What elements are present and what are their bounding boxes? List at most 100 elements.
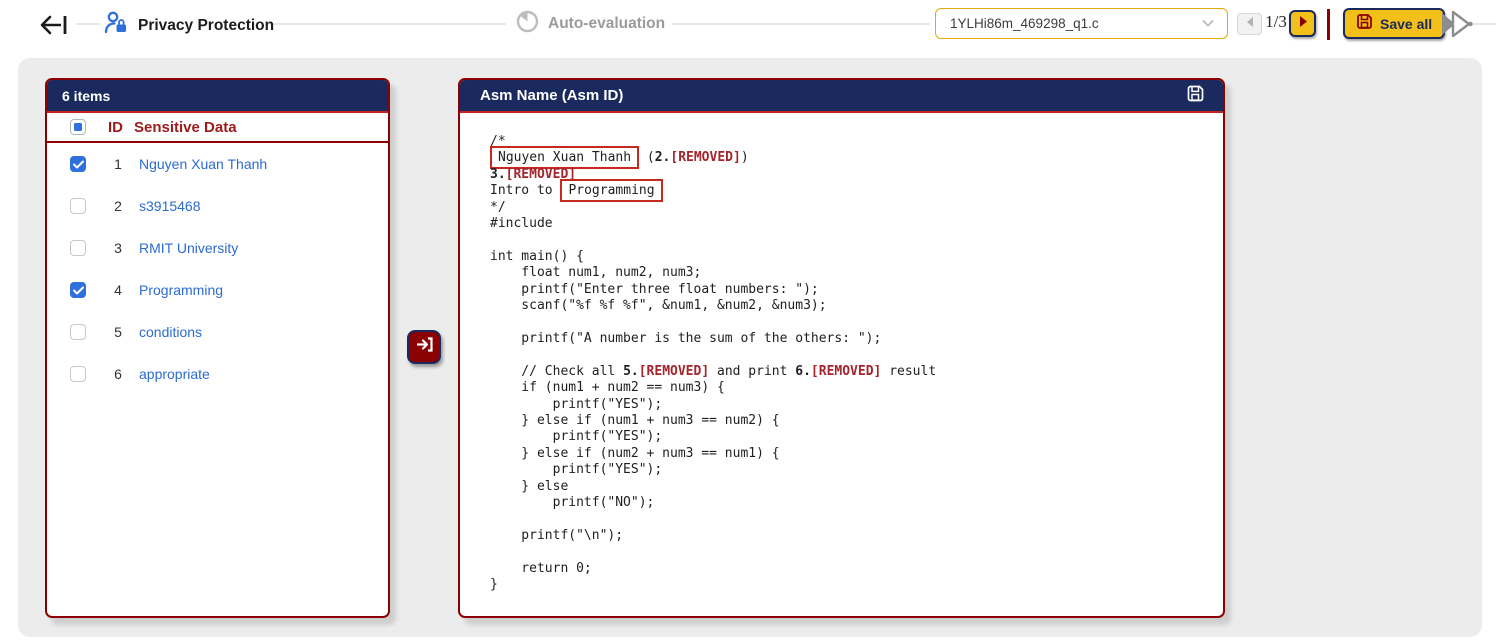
code-line: return 0;: [490, 561, 1213, 577]
code-text: printf("\n");: [490, 527, 624, 543]
code-line: if (num1 + num2 == num3) {: [490, 380, 1213, 396]
code-line: */: [490, 200, 1213, 216]
table-row: 3 RMIT University: [47, 227, 388, 269]
code-line: printf("\n");: [490, 528, 1213, 544]
code-line: #include: [490, 216, 1213, 232]
step-connector: [76, 23, 100, 25]
code-line: float num1, num2, num3;: [490, 265, 1213, 281]
apply-removal-button[interactable]: [407, 330, 441, 364]
step-label: Auto-evaluation: [548, 15, 666, 32]
code-line: Nguyen Xuan Thanh (2.[REMOVED]): [490, 146, 1213, 170]
removed-marker: [REMOVED]: [670, 150, 741, 166]
table-row: 4 Programming: [47, 269, 388, 311]
fast-forward-icon: [1440, 10, 1476, 43]
row-sensitive-text[interactable]: Programming: [139, 282, 223, 298]
back-button[interactable]: [38, 12, 72, 38]
step-connector: [672, 23, 930, 25]
row-checkbox[interactable]: [70, 366, 86, 382]
save-all-button[interactable]: Save all: [1343, 8, 1446, 39]
row-id: 1: [114, 156, 122, 172]
code-line: scanf("%f %f %f", &num1, &num2, &num3);: [490, 298, 1213, 314]
triangle-left-icon: [1244, 15, 1256, 33]
redaction-highlight-box[interactable]: Programming: [560, 179, 663, 203]
code-line: } else if (num2 + num3 == num1) {: [490, 446, 1213, 462]
row-checkbox[interactable]: [70, 156, 86, 172]
back-arrow-icon: [38, 15, 72, 42]
code-line: printf("YES");: [490, 397, 1213, 413]
step-auto-evaluation[interactable]: Auto-evaluation: [516, 10, 665, 38]
code-text: printf("YES");: [490, 396, 663, 412]
toolbar-divider: [1327, 9, 1330, 40]
table-row: 6 appropriate: [47, 353, 388, 395]
row-checkbox[interactable]: [70, 240, 86, 256]
next-file-button[interactable]: [1289, 10, 1316, 37]
table-row: 2 s3915468: [47, 185, 388, 227]
row-sensitive-text[interactable]: RMIT University: [139, 240, 238, 256]
code-text: ): [740, 150, 749, 166]
prev-file-button[interactable]: [1237, 13, 1262, 35]
code-text: if (num1 + num2 == num3) {: [490, 380, 725, 396]
code-line: printf("A number is the sum of the other…: [490, 331, 1213, 347]
code-text: } else: [490, 478, 569, 494]
code-line: } else if (num1 + num3 == num2) {: [490, 413, 1213, 429]
code-text: } else if (num1 + num3 == num2) {: [490, 412, 780, 428]
file-dropdown-value: 1YLHi86m_469298_q1.c: [950, 16, 1099, 31]
save-icon: [1356, 13, 1373, 35]
row-checkbox[interactable]: [70, 324, 86, 340]
gauge-icon: [516, 10, 539, 38]
user-lock-icon: [103, 10, 129, 41]
code-text: printf("NO");: [490, 494, 655, 510]
code-text: (: [639, 150, 655, 166]
code-block: /* Nguyen Xuan Thanh (2.[REMOVED]) 3.[REMO…: [460, 113, 1223, 593]
removed-marker: [REMOVED]: [638, 363, 710, 379]
step-privacy-protection[interactable]: Privacy Protection: [103, 10, 274, 41]
code-text: scanf("%f %f %f", &num1, &num2, &num3);: [490, 298, 827, 314]
code-line: } else: [490, 479, 1213, 495]
row-sensitive-text[interactable]: conditions: [139, 324, 202, 340]
code-text: 2.: [654, 150, 671, 166]
code-text: float num1, num2, num3;: [490, 265, 702, 281]
code-text: printf("A number is the sum of the other…: [490, 330, 882, 346]
code-text: 6.: [795, 363, 811, 379]
column-header-id: ID: [108, 118, 123, 136]
code-line: printf("YES");: [490, 429, 1213, 445]
row-sensitive-text[interactable]: Nguyen Xuan Thanh: [139, 156, 267, 172]
table-header-row: ID Sensitive Data: [47, 113, 388, 143]
file-dropdown[interactable]: 1YLHi86m_469298_q1.c: [935, 8, 1228, 39]
code-panel-title: Asm Name (Asm ID): [480, 87, 624, 104]
row-id: 6: [114, 366, 122, 382]
code-line: Intro to Programming: [490, 179, 1213, 203]
code-text: return 0;: [490, 560, 592, 576]
code-line: printf("YES");: [490, 462, 1213, 478]
code-text: */: [490, 199, 506, 215]
removed-marker: [REMOVED]: [810, 363, 882, 379]
chevron-down-icon: [1201, 15, 1215, 33]
code-text: int main() {: [490, 248, 584, 264]
save-all-label: Save all: [1380, 15, 1433, 32]
code-panel: Asm Name (Asm ID) /* Nguyen Xuan Thanh (2…: [458, 78, 1225, 618]
row-sensitive-text[interactable]: s3915468: [139, 198, 201, 214]
code-text: printf("YES");: [490, 429, 663, 445]
row-checkbox[interactable]: [70, 282, 86, 298]
select-all-checkbox[interactable]: [70, 119, 86, 135]
row-id: 5: [114, 324, 122, 340]
code-line: printf("NO");: [490, 495, 1213, 511]
row-id: 3: [114, 240, 122, 256]
code-line: printf("Enter three float numbers: ");: [490, 282, 1213, 298]
code-text: }: [490, 576, 498, 592]
code-text: and print: [709, 363, 796, 379]
sensitive-data-list: 1 Nguyen Xuan Thanh 2 s3915468 3 RMIT Univers…: [47, 143, 388, 395]
top-toolbar: Privacy Protection Auto-evaluation 1YLHi…: [0, 0, 1500, 56]
skip-forward-button[interactable]: [1440, 9, 1476, 39]
row-sensitive-text[interactable]: appropriate: [139, 366, 210, 382]
row-checkbox[interactable]: [70, 198, 86, 214]
code-text: 3.: [490, 166, 506, 182]
step-label: Privacy Protection: [138, 16, 275, 34]
save-file-icon[interactable]: [1186, 84, 1205, 107]
sensitive-data-panel: 6 items ID Sensitive Data 1 Nguyen Xuan T…: [45, 78, 390, 618]
